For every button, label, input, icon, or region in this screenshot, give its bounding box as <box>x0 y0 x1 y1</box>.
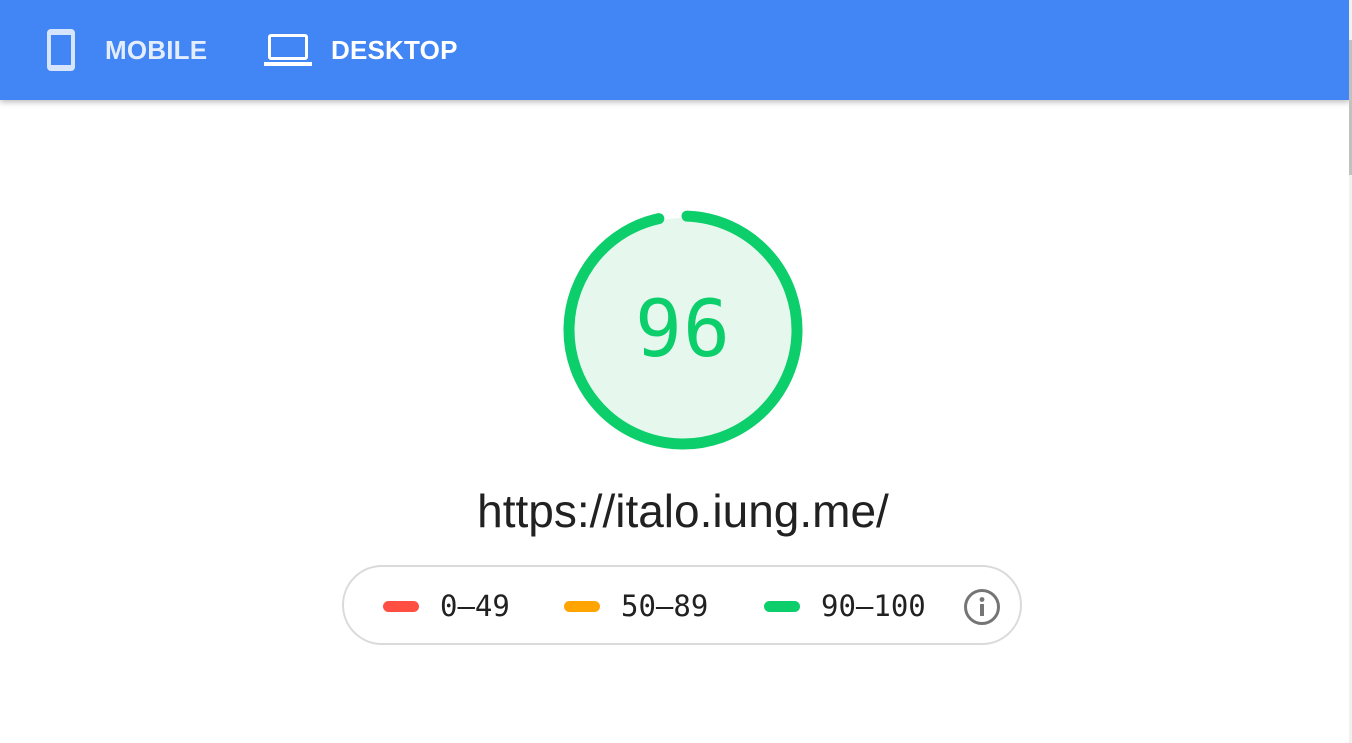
tab-mobile[interactable]: MOBILE <box>46 0 207 100</box>
legend-range-fail: 0–49 <box>440 589 510 623</box>
legend-item-pass: 90–100 <box>764 567 926 645</box>
tested-url: https://italo.iung.me/ <box>477 485 889 537</box>
pass-swatch <box>764 600 800 612</box>
average-swatch <box>564 600 600 612</box>
legend-item-fail: 0–49 <box>383 567 510 645</box>
legend-range-average: 50–89 <box>621 589 709 623</box>
mobile-phone-icon <box>47 29 75 71</box>
tab-desktop-label: DESKTOP <box>331 34 458 65</box>
device-tab-bar: MOBILE DESKTOP <box>0 0 1350 100</box>
page: MOBILE DESKTOP 96 https://italo.iung.me/… <box>0 0 1352 743</box>
score-scale-legend: 0–49 50–89 90–100 <box>342 565 1022 645</box>
score-value: 96 <box>635 285 731 375</box>
legend-range-pass: 90–100 <box>821 589 926 623</box>
tab-mobile-label: MOBILE <box>105 34 208 65</box>
legend-item-average: 50–89 <box>564 567 708 645</box>
performance-score-gauge: 96 <box>562 209 804 451</box>
info-icon[interactable] <box>963 588 1001 626</box>
fail-swatch <box>383 600 419 612</box>
tab-desktop[interactable]: DESKTOP <box>264 0 458 100</box>
laptop-icon <box>264 34 312 66</box>
